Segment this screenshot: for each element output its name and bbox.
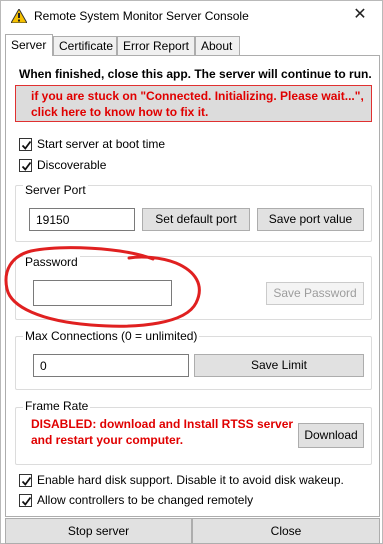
max-connections-legend: Max Connections (0 = unlimited) [23,329,200,343]
port-input[interactable]: 19150 [29,208,135,231]
hard-disk-label: Enable hard disk support. Disable it to … [37,473,344,487]
warning-line-2: click here to know how to fix it. [31,105,209,119]
save-password-button[interactable]: Save Password [266,282,364,305]
stop-server-button[interactable]: Stop server [5,518,192,544]
stuck-warning-link[interactable]: if you are stuck on "Connected. Initiali… [15,85,372,122]
controllers-label: Allow controllers to be changed remotely [37,493,254,507]
checkbox-box[interactable] [19,473,32,487]
tab-error-report[interactable]: Error Report [117,36,195,55]
close-icon[interactable]: ✕ [350,5,370,25]
start-at-boot-label: Start server at boot time [37,137,166,151]
tab-about[interactable]: About [195,36,240,55]
warning-line-1: if you are stuck on "Connected. Initiali… [31,89,364,103]
save-limit-button[interactable]: Save Limit [194,354,364,377]
password-input[interactable] [33,280,172,306]
rtss-disabled-line-2: and restart your computer. [31,433,184,447]
finish-note: When finished, close this app. The serve… [19,67,372,81]
discoverable-checkbox[interactable]: Discoverable [19,158,106,172]
controllers-checkbox[interactable]: Allow controllers to be changed remotely [19,493,253,507]
window-title: Remote System Monitor Server Console [34,9,249,23]
start-at-boot-checkbox[interactable]: Start server at boot time [19,137,165,151]
checkbox-box[interactable] [19,137,32,151]
frame-rate-legend: Frame Rate [23,399,91,413]
server-tab-panel: When finished, close this app. The serve… [5,55,380,517]
server-port-legend: Server Port [23,183,88,197]
max-connections-input[interactable]: 0 [33,354,189,377]
warning-triangle-icon [10,7,28,24]
tab-strip: Server Certificate Error Report About [5,34,380,56]
hard-disk-checkbox[interactable]: Enable hard disk support. Disable it to … [19,473,344,487]
save-port-button[interactable]: Save port value [257,208,364,231]
download-button[interactable]: Download [298,423,364,448]
tab-certificate[interactable]: Certificate [53,36,117,55]
set-default-port-button[interactable]: Set default port [142,208,250,231]
password-legend: Password [23,255,80,269]
checkbox-box[interactable] [19,158,32,172]
rtss-disabled-line-1: DISABLED: download and Install RTSS serv… [31,417,294,431]
close-button[interactable]: Close [192,518,380,544]
checkbox-box[interactable] [19,493,32,507]
server-console-window: Remote System Monitor Server Console ✕ S… [0,0,383,544]
title-bar: Remote System Monitor Server Console ✕ [1,1,382,31]
tab-server[interactable]: Server [5,34,53,56]
discoverable-label: Discoverable [37,158,107,172]
